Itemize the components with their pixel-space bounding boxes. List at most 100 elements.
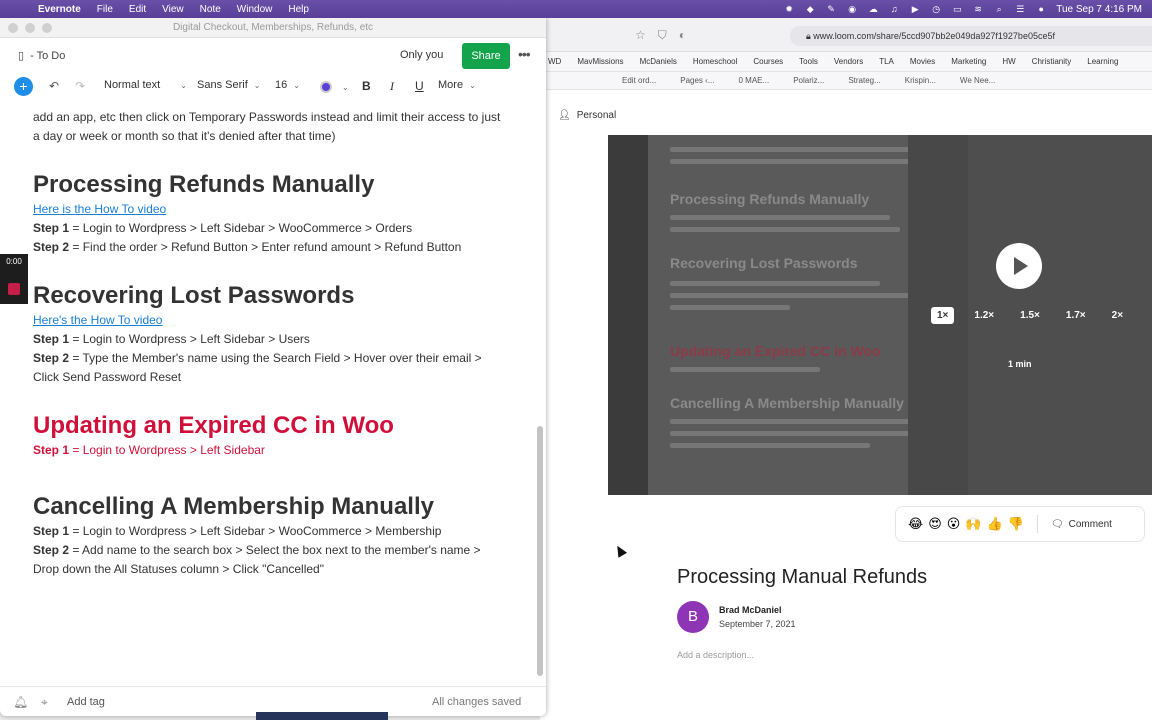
video-frame-line [670, 159, 910, 164]
insert-plus-icon[interactable]: + [14, 77, 33, 96]
text-color-picker[interactable] [320, 81, 332, 93]
menu-clock[interactable]: Tue Sep 7 4:16 PM [1056, 4, 1142, 15]
font-size-dropdown[interactable]: 16 ⌄ [275, 79, 300, 91]
bookmark-item[interactable]: MavMissions [569, 57, 631, 66]
comment-button[interactable]: 🗨︎ Comment [1051, 519, 1112, 530]
browser-tab[interactable]: Edit ord... [610, 76, 668, 85]
reminder-bell-icon[interactable]: 🔔︎ [13, 695, 28, 709]
chevron-down-icon[interactable]: ⌄ [342, 83, 349, 92]
record-icon[interactable]: ◉ [846, 4, 858, 14]
bookmark-item[interactable]: Tools [791, 57, 826, 66]
speed-option[interactable]: 2× [1106, 307, 1129, 324]
emoji-thumbs-down[interactable]: 👎 [1008, 516, 1024, 532]
bookmark-item[interactable]: Movies [902, 57, 943, 66]
browser-tab[interactable]: Pages ‹... [668, 76, 726, 85]
menu-window[interactable]: Window [229, 4, 281, 15]
headset-icon[interactable]: ♫ [888, 4, 900, 14]
comment-label: Comment [1068, 518, 1112, 530]
play-button[interactable] [996, 243, 1042, 289]
search-icon[interactable]: ⌕ [993, 4, 1005, 14]
emoji-laugh[interactable]: 😂 [908, 516, 923, 532]
bookmark-item[interactable]: Vendors [826, 57, 871, 66]
scrollbar[interactable] [537, 426, 543, 676]
browser-tab[interactable]: Strateg... [836, 76, 892, 85]
browser-tab[interactable]: We Nee... [948, 76, 1007, 85]
video-player[interactable]: Processing Refunds Manually Recovering L… [608, 135, 1152, 495]
battery-icon[interactable]: ▭ [951, 4, 963, 14]
siri-icon[interactable]: ● [1035, 4, 1047, 14]
wifi-icon[interactable]: ≋ [972, 4, 984, 14]
underline-button[interactable]: U [415, 79, 424, 93]
emoji-thumbs-up[interactable]: 👍 [987, 516, 1003, 532]
video-frame-line [670, 293, 920, 298]
share-button[interactable]: Share [462, 43, 510, 69]
tag-icon[interactable]: ⌖ [41, 695, 48, 710]
bookmark-item[interactable]: Christianity [1024, 57, 1080, 66]
emoji-heart-eyes[interactable]: 😍 [928, 516, 942, 532]
chevron-down-icon: ⌄ [469, 81, 476, 90]
extension-icon[interactable]: ◐ [679, 28, 686, 43]
video-link[interactable]: Here is the How To video [33, 200, 540, 219]
more-dropdown[interactable]: More ⌄ [438, 79, 476, 91]
speed-option[interactable]: 1.2× [968, 307, 1000, 324]
speed-option[interactable]: 1× [931, 307, 955, 324]
emoji-wow[interactable]: 😮 [947, 516, 961, 532]
browser-tab[interactable]: Polariz... [781, 76, 836, 85]
step-line: Step 1 = Login to Wordpress > Left Sideb… [33, 330, 540, 349]
stop-recording-button[interactable] [8, 283, 20, 295]
menu-view[interactable]: View [154, 4, 192, 15]
bookmark-item[interactable]: Marketing [943, 57, 994, 66]
video-frame-heading: Recovering Lost Passwords [670, 255, 858, 271]
notebook-selector[interactable]: ▯ - To Do [18, 49, 65, 63]
cloud-icon[interactable]: ☁ [867, 4, 879, 14]
italic-button[interactable]: I [390, 79, 394, 94]
bookmark-item[interactable]: HW [994, 57, 1023, 66]
bold-button[interactable]: B [362, 79, 371, 93]
sharing-status[interactable]: Only you [400, 49, 443, 61]
bookmark-item[interactable]: Homeschool [685, 57, 745, 66]
speed-option[interactable]: 1.7× [1060, 307, 1092, 324]
browser-tab[interactable]: 0 MAE... [727, 76, 782, 85]
undo-icon[interactable]: ↶ [49, 79, 59, 93]
star-icon[interactable]: ☆ [635, 28, 646, 43]
control-center-icon[interactable]: ☰ [1014, 4, 1026, 14]
play-icon[interactable]: ▶ [909, 4, 921, 14]
tool-icon[interactable]: ✎ [825, 4, 837, 14]
step-text: = Login to Wordpress > Left Sidebar [69, 443, 265, 457]
browser-toolbar: ☆ ⛉ ◐ 🔒︎ www.loom.com/share/5ccd907bb2e0… [540, 18, 1152, 52]
video-title: Processing Manual Refunds [677, 566, 928, 588]
bookmark-item[interactable]: Courses [745, 57, 791, 66]
gear-icon[interactable]: ✹ [783, 4, 795, 14]
bookmark-item[interactable]: McDaniels [632, 57, 685, 66]
video-frame-line [670, 215, 890, 220]
shield-icon[interactable]: ⛉ [658, 28, 667, 43]
add-tag-button[interactable]: Add tag [67, 696, 105, 708]
step-label: Step 2 [33, 351, 70, 365]
note-header: ▯ - To Do Only you Share ••• [0, 38, 546, 72]
avatar[interactable]: B [677, 601, 709, 633]
workspace-switcher[interactable]: 👤︎ Personal [540, 100, 1152, 130]
font-dropdown[interactable]: Sans Serif ⌄ [197, 79, 260, 91]
video-link[interactable]: Here's the How To video [33, 311, 540, 330]
address-bar[interactable]: 🔒︎ www.loom.com/share/5ccd907bb2e049da92… [790, 26, 1152, 46]
emoji-raised-hands[interactable]: 🙌 [965, 516, 981, 532]
clock-icon[interactable]: ◷ [930, 4, 942, 14]
menu-note[interactable]: Note [192, 4, 229, 15]
menu-file[interactable]: File [89, 4, 121, 15]
bookmark-item[interactable]: Learning [1079, 57, 1126, 66]
note-body[interactable]: add an app, etc then click on Temporary … [0, 108, 540, 688]
bookmark-item[interactable]: TLA [871, 57, 902, 66]
speed-option[interactable]: 1.5× [1014, 307, 1046, 324]
more-options-icon[interactable]: ••• [518, 46, 531, 62]
menu-edit[interactable]: Edit [121, 4, 154, 15]
menu-app-name[interactable]: Evernote [30, 4, 89, 15]
text-style-dropdown[interactable]: Normal text ⌄ [104, 79, 187, 91]
redo-icon[interactable]: ↷ [75, 79, 85, 93]
video-frame-line [670, 431, 920, 436]
dropbox-icon[interactable]: ◆ [804, 4, 816, 14]
comment-icon: 🗨︎ [1050, 518, 1064, 530]
menu-help[interactable]: Help [280, 4, 317, 15]
description-input[interactable]: Add a description... [677, 650, 754, 660]
browser-tab[interactable]: Krispin... [893, 76, 948, 85]
reactions-bar: 😂 😍 😮 🙌 👍 👎 🗨︎ Comment [895, 506, 1145, 542]
